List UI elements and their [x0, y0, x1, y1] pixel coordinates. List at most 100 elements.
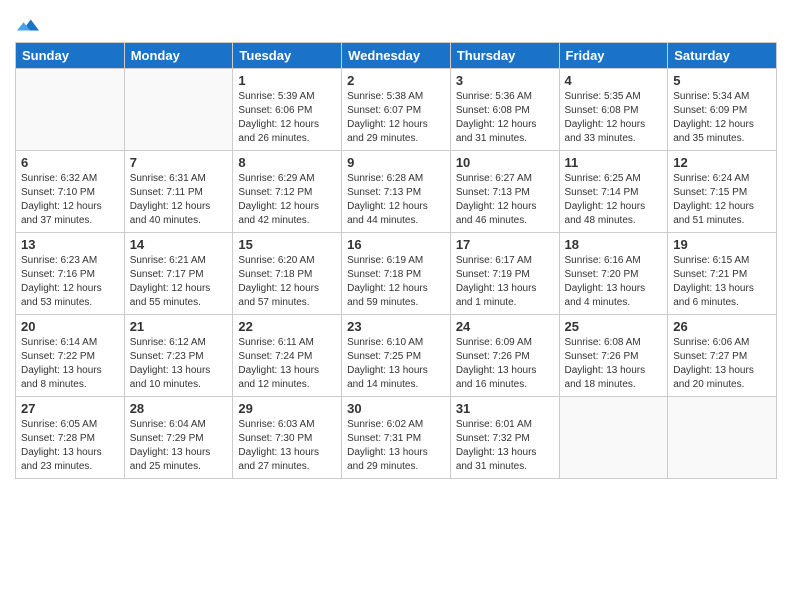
- column-header-saturday: Saturday: [668, 43, 777, 69]
- day-number: 2: [347, 73, 445, 88]
- day-info: Sunrise: 6:28 AM Sunset: 7:13 PM Dayligh…: [347, 172, 445, 228]
- page: SundayMondayTuesdayWednesdayThursdayFrid…: [0, 0, 792, 612]
- calendar-cell: 29 Sunrise: 6:03 AM Sunset: 7:30 PM Dayli…: [233, 397, 342, 479]
- logo: [15, 14, 39, 36]
- calendar-cell: 5Sunrise: 5:34 AM Sunset: 6:09 PM Daylig…: [668, 69, 777, 151]
- week-row-1: 1 Sunrise: 5:39 AM Sunset: 6:06 PM Daylig…: [16, 69, 777, 151]
- day-info: Sunrise: 6:11 AM Sunset: 7:24 PM Dayligh…: [238, 336, 336, 392]
- calendar-cell: [16, 69, 125, 151]
- day-number: 6: [21, 155, 119, 170]
- day-number: 28: [130, 401, 228, 416]
- day-info: Sunrise: 5:34 AM Sunset: 6:09 PM Dayligh…: [673, 90, 771, 146]
- day-info: Sunrise: 6:23 AM Sunset: 7:16 PM Dayligh…: [21, 254, 119, 310]
- day-info: Sunrise: 6:20 AM Sunset: 7:18 PM Dayligh…: [238, 254, 336, 310]
- calendar-cell: 8 Sunrise: 6:29 AM Sunset: 7:12 PM Daylig…: [233, 151, 342, 233]
- column-header-tuesday: Tuesday: [233, 43, 342, 69]
- calendar-cell: 31Sunrise: 6:01 AM Sunset: 7:32 PM Dayli…: [450, 397, 559, 479]
- day-info: Sunrise: 5:36 AM Sunset: 6:08 PM Dayligh…: [456, 90, 554, 146]
- day-number: 27: [21, 401, 119, 416]
- calendar-cell: 13 Sunrise: 6:23 AM Sunset: 7:16 PM Dayli…: [16, 233, 125, 315]
- calendar-cell: 12Sunrise: 6:24 AM Sunset: 7:15 PM Dayli…: [668, 151, 777, 233]
- calendar-header-row: SundayMondayTuesdayWednesdayThursdayFrid…: [16, 43, 777, 69]
- day-number: 22: [238, 319, 336, 334]
- calendar-cell: 23 Sunrise: 6:10 AM Sunset: 7:25 PM Dayli…: [342, 315, 451, 397]
- calendar-cell: 24Sunrise: 6:09 AM Sunset: 7:26 PM Dayli…: [450, 315, 559, 397]
- day-number: 21: [130, 319, 228, 334]
- day-info: Sunrise: 6:17 AM Sunset: 7:19 PM Dayligh…: [456, 254, 554, 310]
- week-row-5: 27 Sunrise: 6:05 AM Sunset: 7:28 PM Dayli…: [16, 397, 777, 479]
- calendar-cell: 10 Sunrise: 6:27 AM Sunset: 7:13 PM Dayli…: [450, 151, 559, 233]
- day-info: Sunrise: 6:19 AM Sunset: 7:18 PM Dayligh…: [347, 254, 445, 310]
- day-number: 14: [130, 237, 228, 252]
- column-header-thursday: Thursday: [450, 43, 559, 69]
- calendar-cell: 17 Sunrise: 6:17 AM Sunset: 7:19 PM Dayli…: [450, 233, 559, 315]
- day-info: Sunrise: 6:02 AM Sunset: 7:31 PM Dayligh…: [347, 418, 445, 474]
- day-number: 24: [456, 319, 554, 334]
- day-number: 15: [238, 237, 336, 252]
- day-number: 25: [565, 319, 663, 334]
- day-number: 26: [673, 319, 771, 334]
- day-info: Sunrise: 6:16 AM Sunset: 7:20 PM Dayligh…: [565, 254, 663, 310]
- day-info: Sunrise: 6:27 AM Sunset: 7:13 PM Dayligh…: [456, 172, 554, 228]
- calendar-cell: 1 Sunrise: 5:39 AM Sunset: 6:06 PM Daylig…: [233, 69, 342, 151]
- logo-icon: [17, 14, 39, 36]
- week-row-3: 13 Sunrise: 6:23 AM Sunset: 7:16 PM Dayli…: [16, 233, 777, 315]
- day-info: Sunrise: 6:29 AM Sunset: 7:12 PM Dayligh…: [238, 172, 336, 228]
- calendar-cell: 20Sunrise: 6:14 AM Sunset: 7:22 PM Dayli…: [16, 315, 125, 397]
- day-number: 1: [238, 73, 336, 88]
- column-header-wednesday: Wednesday: [342, 43, 451, 69]
- day-number: 9: [347, 155, 445, 170]
- calendar-cell: 16 Sunrise: 6:19 AM Sunset: 7:18 PM Dayli…: [342, 233, 451, 315]
- day-number: 29: [238, 401, 336, 416]
- day-number: 16: [347, 237, 445, 252]
- day-number: 13: [21, 237, 119, 252]
- day-info: Sunrise: 6:32 AM Sunset: 7:10 PM Dayligh…: [21, 172, 119, 228]
- calendar-cell: 30Sunrise: 6:02 AM Sunset: 7:31 PM Dayli…: [342, 397, 451, 479]
- calendar-cell: 26 Sunrise: 6:06 AM Sunset: 7:27 PM Dayli…: [668, 315, 777, 397]
- calendar-cell: 21Sunrise: 6:12 AM Sunset: 7:23 PM Dayli…: [124, 315, 233, 397]
- day-number: 19: [673, 237, 771, 252]
- day-info: Sunrise: 6:06 AM Sunset: 7:27 PM Dayligh…: [673, 336, 771, 392]
- day-info: Sunrise: 6:10 AM Sunset: 7:25 PM Dayligh…: [347, 336, 445, 392]
- day-info: Sunrise: 6:04 AM Sunset: 7:29 PM Dayligh…: [130, 418, 228, 474]
- day-info: Sunrise: 6:21 AM Sunset: 7:17 PM Dayligh…: [130, 254, 228, 310]
- day-info: Sunrise: 5:39 AM Sunset: 6:06 PM Dayligh…: [238, 90, 336, 146]
- day-number: 11: [565, 155, 663, 170]
- calendar-cell: 27 Sunrise: 6:05 AM Sunset: 7:28 PM Dayli…: [16, 397, 125, 479]
- day-number: 4: [565, 73, 663, 88]
- day-info: Sunrise: 6:25 AM Sunset: 7:14 PM Dayligh…: [565, 172, 663, 228]
- calendar-cell: 19Sunrise: 6:15 AM Sunset: 7:21 PM Dayli…: [668, 233, 777, 315]
- calendar-cell: [668, 397, 777, 479]
- calendar: SundayMondayTuesdayWednesdayThursdayFrid…: [15, 42, 777, 479]
- column-header-monday: Monday: [124, 43, 233, 69]
- calendar-cell: 9 Sunrise: 6:28 AM Sunset: 7:13 PM Daylig…: [342, 151, 451, 233]
- day-info: Sunrise: 5:38 AM Sunset: 6:07 PM Dayligh…: [347, 90, 445, 146]
- calendar-cell: 11 Sunrise: 6:25 AM Sunset: 7:14 PM Dayli…: [559, 151, 668, 233]
- day-number: 18: [565, 237, 663, 252]
- day-number: 31: [456, 401, 554, 416]
- day-number: 3: [456, 73, 554, 88]
- calendar-cell: 18 Sunrise: 6:16 AM Sunset: 7:20 PM Dayli…: [559, 233, 668, 315]
- day-number: 17: [456, 237, 554, 252]
- day-info: Sunrise: 5:35 AM Sunset: 6:08 PM Dayligh…: [565, 90, 663, 146]
- week-row-2: 6 Sunrise: 6:32 AM Sunset: 7:10 PM Daylig…: [16, 151, 777, 233]
- calendar-cell: 15 Sunrise: 6:20 AM Sunset: 7:18 PM Dayli…: [233, 233, 342, 315]
- calendar-cell: 3 Sunrise: 5:36 AM Sunset: 6:08 PM Daylig…: [450, 69, 559, 151]
- calendar-cell: 14 Sunrise: 6:21 AM Sunset: 7:17 PM Dayli…: [124, 233, 233, 315]
- week-row-4: 20Sunrise: 6:14 AM Sunset: 7:22 PM Dayli…: [16, 315, 777, 397]
- day-number: 8: [238, 155, 336, 170]
- day-info: Sunrise: 6:03 AM Sunset: 7:30 PM Dayligh…: [238, 418, 336, 474]
- day-info: Sunrise: 6:24 AM Sunset: 7:15 PM Dayligh…: [673, 172, 771, 228]
- calendar-cell: 28 Sunrise: 6:04 AM Sunset: 7:29 PM Dayli…: [124, 397, 233, 479]
- calendar-cell: 4 Sunrise: 5:35 AM Sunset: 6:08 PM Daylig…: [559, 69, 668, 151]
- calendar-cell: [559, 397, 668, 479]
- calendar-cell: 2 Sunrise: 5:38 AM Sunset: 6:07 PM Daylig…: [342, 69, 451, 151]
- calendar-cell: 6 Sunrise: 6:32 AM Sunset: 7:10 PM Daylig…: [16, 151, 125, 233]
- day-info: Sunrise: 6:08 AM Sunset: 7:26 PM Dayligh…: [565, 336, 663, 392]
- day-number: 10: [456, 155, 554, 170]
- day-info: Sunrise: 6:31 AM Sunset: 7:11 PM Dayligh…: [130, 172, 228, 228]
- day-info: Sunrise: 6:05 AM Sunset: 7:28 PM Dayligh…: [21, 418, 119, 474]
- calendar-cell: 7Sunrise: 6:31 AM Sunset: 7:11 PM Daylig…: [124, 151, 233, 233]
- header: [15, 10, 777, 36]
- day-number: 23: [347, 319, 445, 334]
